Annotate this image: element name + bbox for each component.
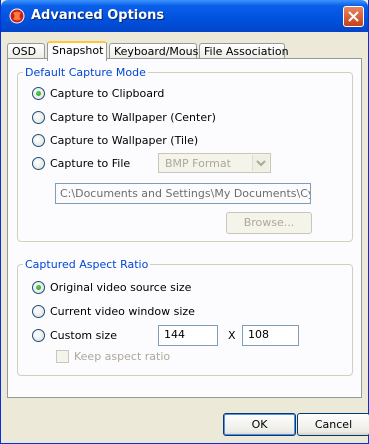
- tab-keyboard-mouse[interactable]: Keyboard/Mouse: [109, 43, 205, 59]
- title-bar[interactable]: Advanced Options: [1, 0, 368, 32]
- ok-button[interactable]: OK: [223, 413, 296, 436]
- radio-button[interactable]: [32, 305, 45, 318]
- radio-button[interactable]: [32, 111, 45, 124]
- radio-label: Capture to Wallpaper (Tile): [50, 134, 199, 147]
- app-logo-icon: [9, 8, 25, 24]
- tab-snapshot[interactable]: Snapshot: [47, 41, 107, 61]
- tab-strip: OSD Snapshot Keyboard/Mouse File Associa…: [7, 41, 364, 61]
- aspect-ratio-legend: Captured Aspect Ratio: [25, 258, 149, 271]
- chevron-down-icon: [256, 160, 266, 167]
- tab-osd[interactable]: OSD: [7, 43, 45, 59]
- default-capture-mode-group: Default Capture Mode Capture to Clipboar…: [17, 66, 353, 242]
- radio-button[interactable]: [32, 329, 45, 342]
- file-format-select[interactable]: BMP Format: [158, 153, 271, 173]
- radio-label: Custom size: [50, 329, 117, 342]
- close-icon: [348, 11, 359, 22]
- radio-label: Capture to Clipboard: [50, 87, 165, 100]
- file-format-value: BMP Format: [165, 157, 231, 170]
- window-title: Advanced Options: [31, 8, 165, 23]
- keep-aspect-checkbox[interactable]: [56, 350, 69, 363]
- snapshot-panel: Default Capture Mode Capture to Clipboar…: [7, 58, 362, 398]
- advanced-options-dialog: Advanced Options OSD Snapshot Keyboard/M…: [0, 0, 369, 444]
- tab-file-association[interactable]: File Association: [199, 43, 289, 59]
- custom-width-input[interactable]: 144: [158, 325, 218, 346]
- capture-path-field[interactable]: C:\Documents and Settings\My Documents\C…: [55, 183, 311, 204]
- capture-mode-legend: Default Capture Mode: [25, 66, 146, 79]
- close-button[interactable]: [343, 6, 364, 27]
- radio-selected-dot: [36, 285, 41, 290]
- radio-label: Capture to File: [50, 157, 131, 170]
- size-separator: X: [228, 329, 236, 342]
- radio-label: Original video source size: [50, 281, 192, 294]
- radio-button[interactable]: [32, 157, 45, 170]
- radio-label: Capture to Wallpaper (Center): [50, 111, 216, 124]
- radio-button[interactable]: [32, 134, 45, 147]
- radio-button[interactable]: [32, 87, 45, 100]
- captured-aspect-ratio-group: Captured Aspect Ratio Original video sou…: [17, 258, 353, 376]
- radio-label: Current video window size: [50, 305, 195, 318]
- custom-height-input[interactable]: 108: [242, 325, 299, 346]
- keep-aspect-label: Keep aspect ratio: [74, 350, 171, 363]
- radio-selected-dot: [36, 91, 41, 96]
- browse-button[interactable]: Browse...: [226, 212, 312, 234]
- cancel-button[interactable]: Cancel: [297, 413, 369, 436]
- radio-button[interactable]: [32, 281, 45, 294]
- dropdown-arrow[interactable]: [252, 155, 269, 171]
